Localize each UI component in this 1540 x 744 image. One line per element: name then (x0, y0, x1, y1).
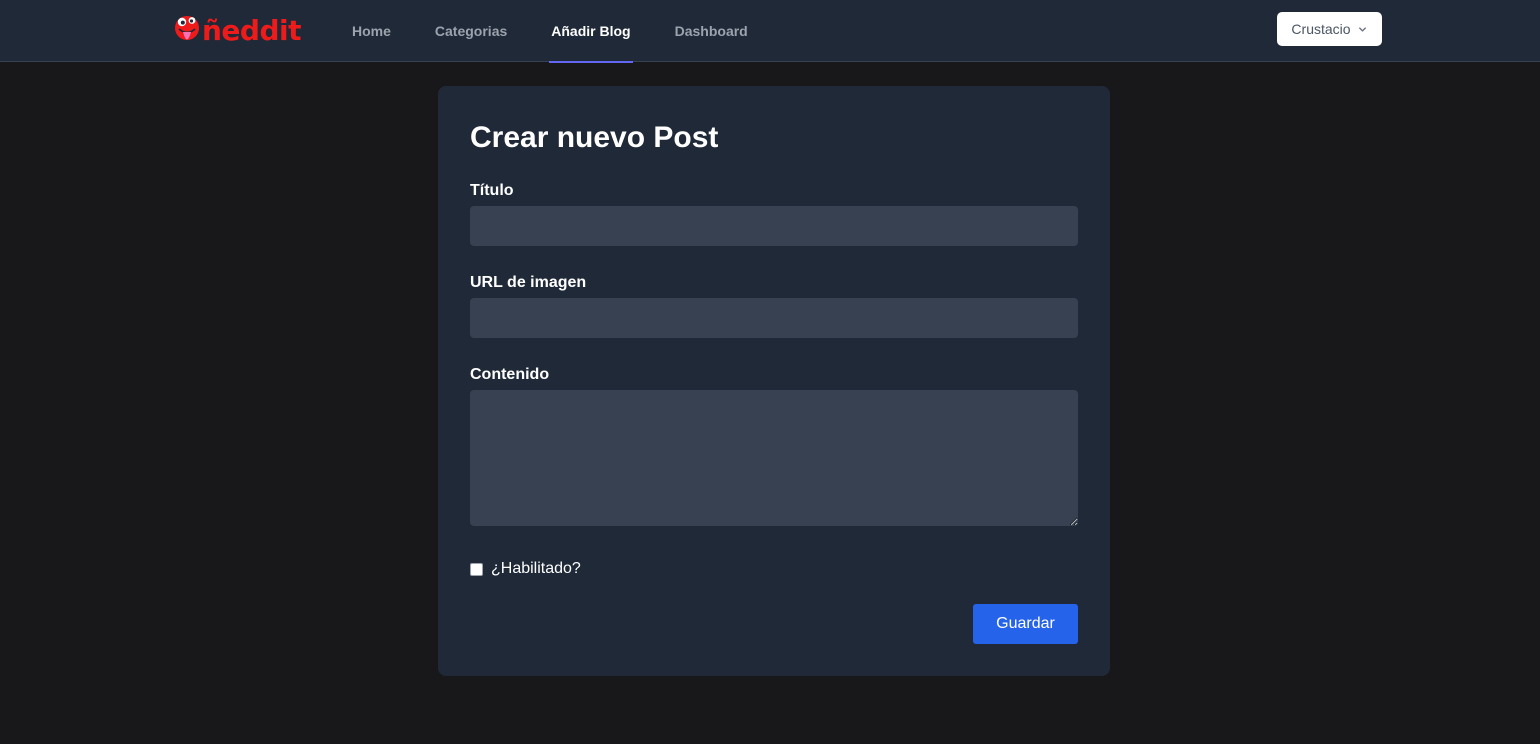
nav-dashboard[interactable]: Dashboard (653, 0, 770, 62)
enabled-checkbox[interactable] (470, 562, 483, 576)
user-menu-button[interactable]: Crustacio (1277, 12, 1382, 46)
brand-logo[interactable]: ñeddit (173, 14, 302, 48)
content-label: Contenido (470, 366, 550, 383)
image-url-label: URL de imagen (470, 274, 587, 291)
title-label: Título (470, 182, 514, 199)
nav-categorias[interactable]: Categorias (413, 0, 529, 62)
brand-name: ñeddit (202, 14, 302, 47)
create-post-card: Crear nuevo Post Título URL de imagen Co… (438, 86, 1110, 676)
main-nav: Home Categorias Añadir Blog Dashboard (330, 0, 770, 63)
nav-anadir-blog[interactable]: Añadir Blog (529, 0, 652, 63)
image-url-input[interactable] (470, 298, 1078, 338)
nav-home[interactable]: Home (330, 0, 413, 62)
enabled-checkbox-label[interactable]: ¿Habilitado? (491, 559, 581, 579)
user-menu-label: Crustacio (1291, 21, 1351, 37)
title-input[interactable] (470, 206, 1078, 246)
page-title: Crear nuevo Post (470, 121, 719, 154)
content-textarea[interactable] (470, 390, 1078, 526)
top-navbar: ñeddit Home Categorias Añadir Blog Dashb… (0, 0, 1540, 63)
save-button[interactable]: Guardar (973, 604, 1078, 644)
enabled-checkbox-row: ¿Habilitado? (470, 559, 581, 579)
mascot-icon (175, 16, 199, 40)
chevron-down-icon (1358, 26, 1366, 32)
